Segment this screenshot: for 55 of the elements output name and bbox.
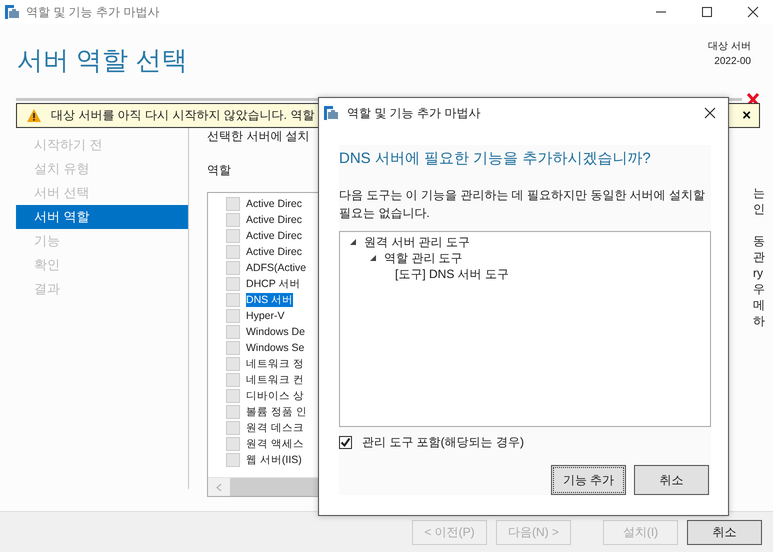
description-text: 인: [753, 201, 765, 217]
target-server: 2022-00: [714, 56, 751, 67]
role-item[interactable]: 볼륨 정품 인: [246, 405, 307, 419]
role-item[interactable]: DHCP 서버: [246, 277, 300, 291]
role-item[interactable]: 원격 액세스: [246, 437, 304, 451]
dismiss-button[interactable]: ×: [738, 107, 755, 124]
roles-label: 역할: [207, 162, 232, 179]
server-manager-icon: [323, 105, 339, 121]
server-manager-icon: [4, 4, 20, 20]
target-label: 대상 서버: [708, 40, 751, 53]
tree-item: 역할 관리 도구: [384, 250, 463, 266]
page-title: 서버 역할 선택: [17, 44, 188, 76]
close-icon[interactable]: [704, 107, 716, 119]
role-item[interactable]: Active Direc: [246, 198, 302, 210]
warning-icon: [27, 109, 41, 122]
role-item[interactable]: DNS 서버: [246, 293, 294, 307]
role-item[interactable]: Active Direc: [246, 230, 302, 242]
role-item[interactable]: Hyper-V: [246, 310, 285, 322]
dialog-question: DNS 서버에 필요한 기능을 추가하시겠습니까?: [339, 149, 652, 168]
description-text: 관: [753, 249, 765, 265]
role-item[interactable]: Active Direc: [246, 246, 302, 258]
nav-item[interactable]: 서버 역할: [16, 205, 188, 229]
role-item[interactable]: 네트워크 정: [246, 357, 304, 371]
dialog-description: 다음 도구는 이 기능을 관리하는 데 필요하지만 동일한 서버에 설치할 필요는 없습니다.: [339, 187, 706, 222]
close-icon[interactable]: [747, 6, 759, 18]
role-item[interactable]: 네트워크 컨: [246, 373, 304, 387]
warning-message: 대상 서버를 아직 다시 시작하지 않았습니다. 역할: [51, 107, 314, 124]
intro-text: 선택한 서버에 설치: [207, 128, 311, 145]
wizard-button[interactable]: 취소: [687, 520, 762, 544]
expand-triangle-icon[interactable]: [369, 254, 377, 262]
dialog-button[interactable]: 기능 추가: [551, 465, 626, 495]
scroll-left-icon[interactable]: [216, 482, 222, 492]
description-text: 메: [753, 297, 765, 313]
maximize-icon[interactable]: [701, 6, 713, 18]
description-text: 하: [753, 313, 765, 329]
role-item[interactable]: Windows Se: [246, 342, 304, 354]
role-item[interactable]: 디바이스 상: [246, 389, 304, 403]
description-text: 동: [753, 233, 765, 249]
role-item[interactable]: Windows De: [246, 326, 305, 338]
role-item[interactable]: 원격 데스크: [246, 421, 304, 435]
role-item[interactable]: 웹 서버(IIS): [246, 453, 302, 467]
expand-triangle-icon[interactable]: [349, 238, 357, 246]
description-text: ry: [753, 265, 763, 281]
description-text: 는: [753, 185, 765, 201]
window-title: 역할 및 기능 추가 마법사: [26, 4, 160, 20]
dialog-button[interactable]: 취소: [634, 465, 709, 495]
error-icon: [746, 92, 760, 106]
role-item[interactable]: ADFS(Active: [246, 262, 306, 274]
tree-item: 원격 서버 관리 도구: [364, 234, 470, 250]
description-text: 우: [753, 281, 765, 297]
role-item[interactable]: Active Direc: [246, 214, 302, 226]
dialog-title: 역할 및 기능 추가 마법사: [347, 104, 480, 122]
checkbox-label: 관리 도구 포함(해당되는 경우): [362, 434, 524, 450]
tree-item: [도구] DNS 서버 도구: [395, 266, 510, 282]
checkbox[interactable]: [339, 436, 352, 448]
